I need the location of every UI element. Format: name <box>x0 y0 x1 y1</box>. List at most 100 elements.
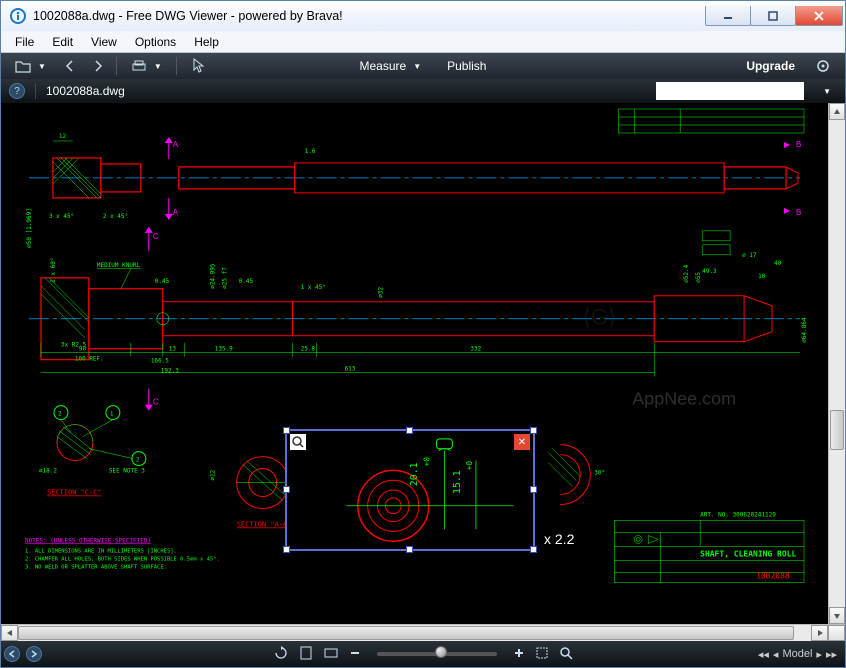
fit-width-button[interactable] <box>323 646 339 663</box>
resize-handle[interactable] <box>530 546 537 553</box>
zoom-in-button[interactable] <box>513 647 525 662</box>
svg-text:SECTION "C-C": SECTION "C-C" <box>47 489 102 497</box>
upgrade-button[interactable]: Upgrade <box>740 57 801 75</box>
nav-back-button[interactable] <box>60 58 80 74</box>
menubar: File Edit View Options Help <box>1 31 845 53</box>
layout-last-button[interactable]: ▸▸ <box>826 648 837 661</box>
svg-text:3. NO WELD OR SPLATTER ABOVE: 3. NO WELD OR SPLATTER ABOVE SHAFT SURFA… <box>25 564 167 570</box>
magnifier-toggle-button[interactable] <box>559 646 573 663</box>
search-input[interactable] <box>656 82 804 100</box>
svg-text:A: A <box>173 140 179 149</box>
resize-handle[interactable] <box>406 427 413 434</box>
pointer-button[interactable] <box>185 56 211 76</box>
resize-handle[interactable] <box>283 427 290 434</box>
magnifier-zoom-icon[interactable] <box>290 434 306 450</box>
svg-text:1.6: 1.6 <box>305 148 316 155</box>
scroll-right-button[interactable] <box>811 625 828 641</box>
maximize-button[interactable] <box>750 6 796 26</box>
filename-label: 1002088a.dwg <box>46 84 646 98</box>
page-next-button[interactable] <box>26 646 42 662</box>
svg-text:NOTES: (UNLESS OTHERWISE SPECI: NOTES: (UNLESS OTHERWISE SPECIFIED) <box>25 537 151 544</box>
scroll-left-button[interactable] <box>1 625 18 641</box>
scroll-down-button[interactable] <box>829 607 845 624</box>
svg-text:49.3: 49.3 <box>702 268 717 275</box>
titlebar: 1002088a.dwg - Free DWG Viewer - powered… <box>1 1 845 31</box>
layout-next-button[interactable]: ▸ <box>816 648 822 661</box>
menu-view[interactable]: View <box>83 33 125 51</box>
svg-text:332: 332 <box>470 346 481 353</box>
canvas-row: A A B B 12 1.6 3 x 45° 2 x 45° <box>1 103 845 624</box>
svg-text:13: 13 <box>169 346 177 353</box>
svg-text:25.8: 25.8 <box>301 346 316 353</box>
layout-tab-model[interactable]: Model <box>782 648 812 660</box>
resize-handle[interactable] <box>406 546 413 553</box>
measure-button[interactable]: Measure▼ <box>354 57 428 75</box>
zoom-out-button[interactable] <box>349 647 361 662</box>
zoom-slider-knob[interactable] <box>435 646 447 658</box>
magnifier-close-button[interactable]: ✕ <box>514 434 530 450</box>
search-dropdown[interactable]: ▼ <box>814 85 837 98</box>
print-button[interactable]: ▼ <box>125 57 168 75</box>
fit-page-button[interactable] <box>299 645 313 664</box>
drawing-canvas[interactable]: A A B B 12 1.6 3 x 45° 2 x 45° <box>1 103 828 624</box>
menu-file[interactable]: File <box>7 33 42 51</box>
svg-text:⌀18.2: ⌀18.2 <box>39 468 57 475</box>
magnifier-window[interactable]: 20.1 15.1 +0 +0 ✕ <box>285 429 535 551</box>
svg-text:⌀52.4: ⌀52.4 <box>683 264 690 282</box>
svg-text:613: 613 <box>345 366 356 373</box>
close-button[interactable] <box>795 6 843 26</box>
nav-forward-button[interactable] <box>88 58 108 74</box>
scroll-track[interactable] <box>18 625 811 641</box>
svg-text:2. CHAMFER ALL HOLES, BOTH SI: 2. CHAMFER ALL HOLES, BOTH SIDES WHEN PO… <box>25 556 220 562</box>
svg-text:A: A <box>173 208 179 217</box>
scroll-thumb[interactable] <box>18 626 794 640</box>
svg-text:1002088: 1002088 <box>756 571 790 580</box>
scroll-up-button[interactable] <box>829 103 845 120</box>
svg-text:15.1: 15.1 <box>452 470 463 494</box>
settings-gear-icon[interactable] <box>809 56 837 76</box>
resize-handle[interactable] <box>283 546 290 553</box>
svg-text:40: 40 <box>774 260 782 267</box>
svg-text:166.5: 166.5 <box>151 358 169 365</box>
svg-text:⌀25 f7: ⌀25 f7 <box>222 267 229 289</box>
layout-first-button[interactable]: ◂◂ <box>758 648 769 661</box>
svg-text:20.1: 20.1 <box>409 462 420 486</box>
svg-text:MEDIUM KNURL: MEDIUM KNURL <box>97 262 141 269</box>
bottom-toolbar: ◂◂ ◂ Model ▸ ▸▸ <box>1 641 845 667</box>
document-bar: ? 1002088a.dwg ▼ <box>1 79 845 103</box>
rotate-button[interactable] <box>273 645 289 664</box>
resize-handle[interactable] <box>530 486 537 493</box>
toolbar: ▼ ▼ Measure▼ Publish Upgrade <box>1 53 845 79</box>
layout-prev-button[interactable]: ◂ <box>773 648 779 661</box>
zoom-slider[interactable] <box>377 652 497 656</box>
menu-options[interactable]: Options <box>127 33 184 51</box>
open-button[interactable]: ▼ <box>9 57 52 75</box>
zoom-region-button[interactable] <box>535 646 549 663</box>
svg-text:C: C <box>153 232 159 241</box>
scroll-track[interactable] <box>829 120 845 607</box>
svg-text:135.9: 135.9 <box>215 346 233 353</box>
svg-text:3x R2.5: 3x R2.5 <box>61 342 87 349</box>
svg-text:2 x 45°: 2 x 45° <box>103 213 128 220</box>
window-title: 1002088a.dwg - Free DWG Viewer - powered… <box>33 9 706 23</box>
menu-help[interactable]: Help <box>186 33 227 51</box>
svg-text:⌀50 [1.969]: ⌀50 [1.969] <box>26 208 33 248</box>
minimize-button[interactable] <box>705 6 751 26</box>
app-icon <box>9 7 27 25</box>
resize-handle[interactable] <box>530 427 537 434</box>
watermark: AppNee.com <box>632 389 736 409</box>
svg-text:192.3: 192.3 <box>161 368 179 375</box>
page-prev-button[interactable] <box>4 646 20 662</box>
svg-text:⟨G⟩: ⟨G⟩ <box>582 305 616 330</box>
menu-edit[interactable]: Edit <box>44 33 81 51</box>
scroll-thumb[interactable] <box>830 410 844 450</box>
svg-text:1. ALL DIMENSIONS ARE IN MILL: 1. ALL DIMENSIONS ARE IN MILLIMETERS [IN… <box>25 548 177 554</box>
vertical-scrollbar[interactable] <box>828 103 845 624</box>
help-icon[interactable]: ? <box>9 83 25 99</box>
scroll-corner <box>828 625 845 641</box>
svg-text:SHAFT, CLEANING ROLL: SHAFT, CLEANING ROLL <box>700 549 796 558</box>
publish-button[interactable]: Publish <box>441 57 492 75</box>
resize-handle[interactable] <box>283 486 290 493</box>
horizontal-scrollbar[interactable] <box>1 624 845 641</box>
svg-text:C: C <box>153 398 159 407</box>
